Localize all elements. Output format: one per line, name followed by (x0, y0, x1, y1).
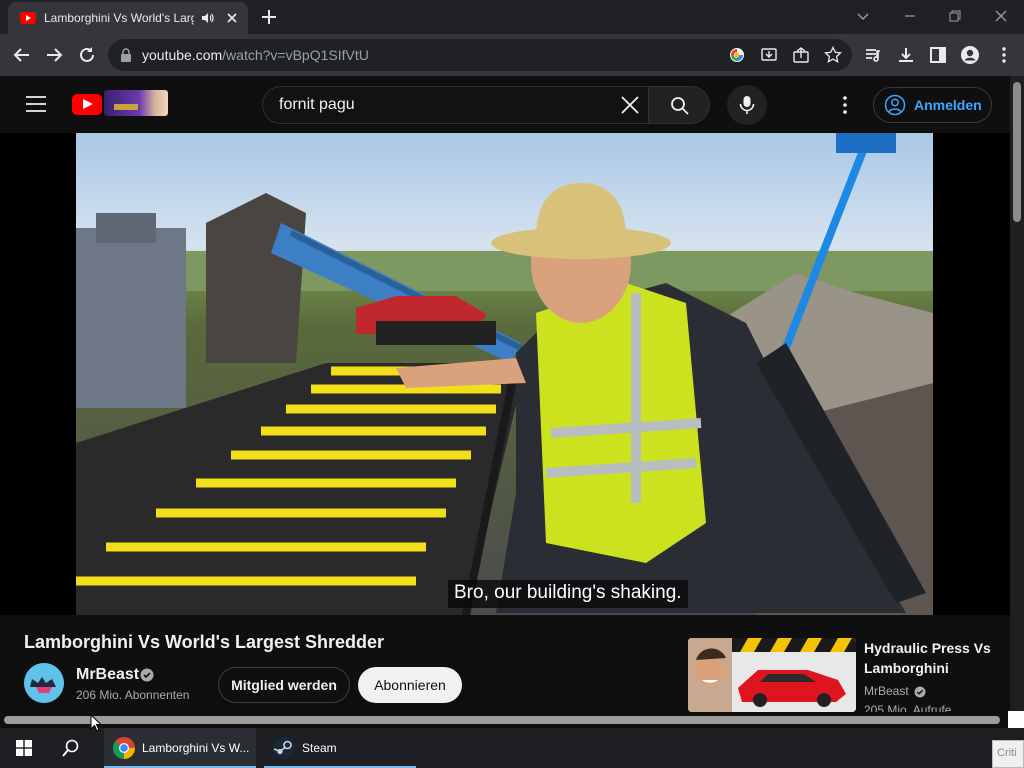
related-verified-check-icon (914, 686, 926, 698)
minimize-icon[interactable] (900, 6, 920, 26)
channel-name[interactable]: MrBeast (76, 666, 139, 684)
media-queue-icon[interactable] (863, 45, 883, 65)
youtube-masthead: fornit pagu Anmelden (0, 76, 1010, 133)
youtube-logo-icon[interactable] (72, 94, 102, 115)
speaker-icon[interactable] (200, 11, 214, 25)
taskbar-search-icon[interactable] (62, 739, 80, 757)
url-text: youtube.com/watch?v=vBpQ1SIfVtU (142, 47, 369, 63)
windows-taskbar: Lamborghini Vs W... Steam (0, 728, 1024, 768)
taskbar-tray-popup[interactable]: Criti (992, 740, 1024, 768)
profile-icon[interactable] (960, 45, 980, 65)
browser-tab-active[interactable]: Lamborghini Vs World's Largest Shredder (8, 2, 248, 34)
related-view-count: 205 Mio. Aufrufe (864, 703, 952, 712)
url-host: youtube.com (142, 47, 223, 63)
window-close-icon[interactable] (991, 6, 1011, 26)
taskbar-chrome-app[interactable]: Lamborghini Vs W... (104, 728, 256, 768)
video-frame[interactable]: Bro, our building's shaking. (76, 133, 933, 615)
tab-search-chevron-down-icon[interactable] (853, 6, 873, 26)
back-arrow-icon[interactable] (12, 45, 32, 65)
vertical-scrollbar-thumb[interactable] (1013, 82, 1021, 222)
share-icon[interactable] (792, 46, 810, 64)
google-lens-icon[interactable] (728, 46, 746, 64)
lock-icon[interactable] (120, 48, 132, 62)
scrollbar-corner (1008, 711, 1024, 728)
restore-icon[interactable] (945, 6, 965, 26)
related-thumbnail-image (688, 638, 856, 712)
video-scene-image (76, 133, 933, 615)
tab-title: Lamborghini Vs World's Largest Shredder (44, 11, 194, 25)
browser-toolbar: youtube.com/watch?v=vBpQ1SIfVtU (0, 34, 1024, 76)
url-path: /watch?v=vBpQ1SIfVtU (222, 47, 369, 63)
microphone-icon (739, 96, 755, 114)
vertical-scrollbar[interactable] (1010, 76, 1024, 712)
related-video-thumbnail[interactable] (688, 638, 856, 712)
video-title: Lamborghini Vs World's Largest Shredder (24, 632, 385, 652)
hamburger-menu-icon[interactable] (26, 95, 46, 113)
browser-tab-strip: Lamborghini Vs World's Largest Shredder (0, 0, 1024, 34)
related-channel-name: MrBeast (864, 684, 909, 698)
beast-mascot-icon (24, 663, 64, 703)
windows-start-icon[interactable] (16, 740, 32, 756)
account-circle-icon (884, 94, 906, 116)
mouse-cursor-icon (90, 714, 102, 732)
taskbar-chrome-label: Lamborghini Vs W... (142, 741, 250, 755)
taskbar-steam-app[interactable]: Steam (264, 728, 416, 768)
browser-menu-icon[interactable] (994, 45, 1014, 65)
search-input[interactable]: fornit pagu (262, 86, 648, 124)
tab-close-icon[interactable] (224, 10, 240, 26)
horizontal-scrollbar-thumb[interactable] (4, 716, 1000, 724)
subscriber-count: 206 Mio. Abonnenten (76, 688, 190, 702)
clear-search-icon[interactable] (620, 95, 640, 115)
sign-in-button[interactable]: Anmelden (873, 87, 992, 123)
search-button[interactable] (648, 86, 710, 124)
sign-in-label: Anmelden (914, 97, 982, 113)
join-membership-button[interactable]: Mitglied werden (218, 667, 350, 703)
install-app-icon[interactable] (760, 46, 778, 64)
video-caption: Bro, our building's shaking. (448, 580, 688, 608)
video-player[interactable]: Bro, our building's shaking. (0, 133, 1010, 615)
horizontal-scrollbar[interactable] (0, 712, 1024, 728)
chrome-icon (112, 737, 135, 759)
side-panel-icon[interactable] (928, 45, 948, 65)
taskbar-steam-label: Steam (302, 741, 337, 755)
search-icon (671, 97, 689, 115)
new-tab-plus-icon[interactable] (260, 8, 278, 26)
related-video-title[interactable]: Hydraulic Press Vs Lamborghini (864, 638, 1004, 678)
subscribe-button[interactable]: Abonnieren (358, 667, 462, 703)
youtube-doodle-icon[interactable] (104, 90, 168, 116)
download-icon[interactable] (896, 45, 916, 65)
youtube-favicon-icon (20, 12, 36, 24)
steam-icon (273, 737, 295, 759)
forward-arrow-icon[interactable] (44, 45, 64, 65)
bookmark-star-icon[interactable] (824, 46, 842, 64)
reload-icon[interactable] (77, 45, 97, 65)
channel-avatar[interactable] (24, 663, 64, 703)
settings-more-icon[interactable] (836, 95, 854, 115)
address-bar[interactable]: youtube.com/watch?v=vBpQ1SIfVtU (108, 39, 852, 71)
verified-check-icon (140, 668, 154, 682)
voice-search-button[interactable] (727, 85, 767, 125)
search-query-text: fornit pagu (279, 96, 355, 113)
